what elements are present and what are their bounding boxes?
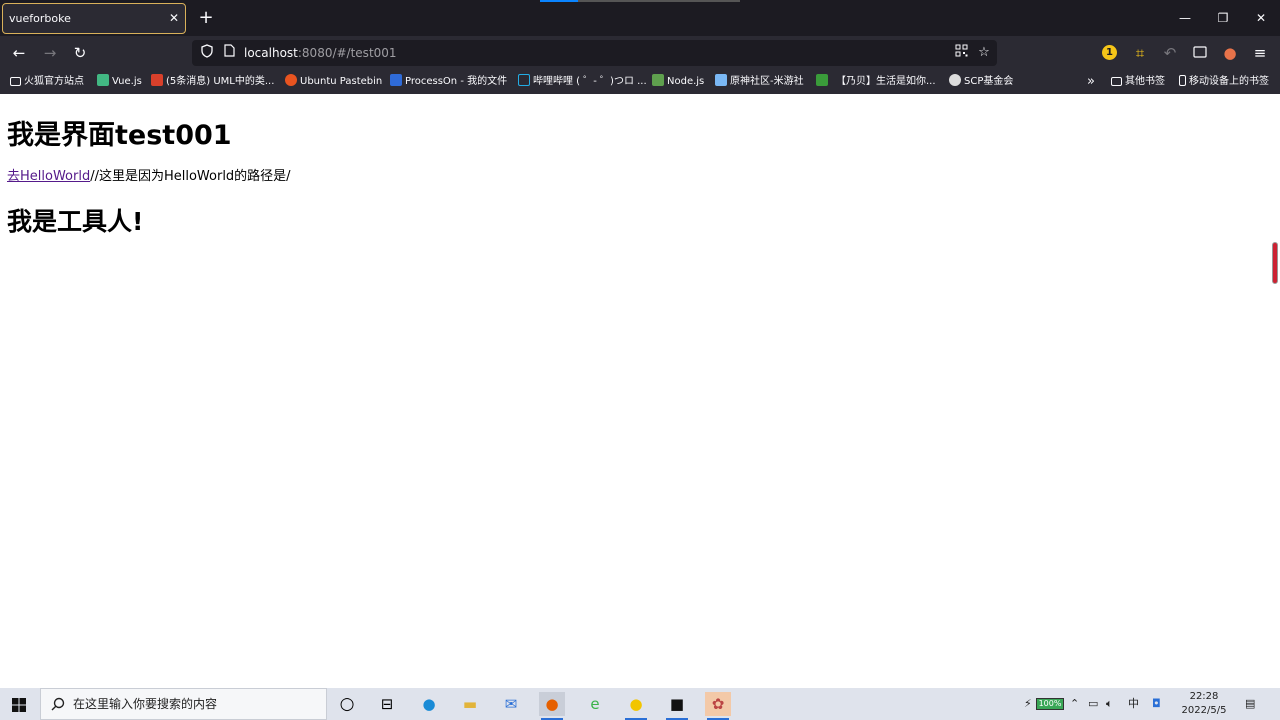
bookmark-item[interactable]: Vue.js <box>97 70 142 94</box>
bookmarks-bar: 火狐官方站点 Vue.js (5条消息) UML中的类... Ubuntu Pa… <box>0 70 1280 94</box>
bookmark-item[interactable]: 【乃贝】生活是如你... <box>836 70 936 94</box>
extension-badge[interactable]: 1 <box>1102 45 1117 60</box>
page-icon[interactable] <box>220 44 238 62</box>
folder-icon <box>1111 77 1122 86</box>
bookmark-item[interactable]: 火狐官方站点 <box>10 70 84 94</box>
bookmark-folder-other[interactable]: 其他书签 <box>1111 70 1165 94</box>
bookmark-folder-mobile[interactable]: 移动设备上的书签 <box>1179 70 1269 94</box>
ime-indicator[interactable]: 中 <box>1128 688 1139 720</box>
search-placeholder: 在这里输入你要搜索的内容 <box>73 697 218 711</box>
url-bar[interactable]: localhost:8080/#/test001 ☆ <box>192 40 997 66</box>
intellij-icon[interactable]: ■ <box>664 692 690 720</box>
file-explorer-icon[interactable]: ▬ <box>457 692 483 716</box>
firefox-icon[interactable]: ● <box>539 692 565 720</box>
taskbar: 在这里输入你要搜索的内容 ○ ⊟ ● ▬ ✉ ● e ● ■ ✿ ⚡ 100% … <box>0 688 1280 720</box>
taskbar-search[interactable]: 在这里输入你要搜索的内容 <box>40 688 327 720</box>
nav-bar: ← → ↻ localhost:8080/#/test001 ☆ 1 ⌗ ↶ ●… <box>0 36 1280 70</box>
bookmark-star-icon[interactable]: ☆ <box>975 44 993 62</box>
tab-title: vueforboke <box>9 12 71 25</box>
windows-start-icon[interactable] <box>8 694 30 716</box>
cortana-icon[interactable]: ○ <box>334 692 360 716</box>
vue-icon <box>97 74 109 86</box>
battery-indicator[interactable]: 100% <box>1036 698 1064 710</box>
task-view-icon[interactable]: ⊟ <box>374 692 400 716</box>
monkey-extension-icon[interactable]: ● <box>1220 43 1240 63</box>
image-viewer-icon[interactable]: ✿ <box>705 692 731 720</box>
restore-button[interactable]: ❐ <box>1213 8 1233 28</box>
more-bookmarks-icon[interactable]: » <box>1087 70 1095 94</box>
mobile-icon <box>1179 75 1186 86</box>
clock[interactable]: 22:28 2022/5/5 <box>1180 690 1228 718</box>
url-text[interactable]: localhost:8080/#/test001 <box>244 40 397 66</box>
bookmark-item[interactable]: Ubuntu Pastebin <box>285 70 382 94</box>
qr-code-icon[interactable] <box>952 44 970 62</box>
crop-icon[interactable]: ⌗ <box>1130 43 1150 63</box>
side-scroll-handle[interactable] <box>1272 242 1278 284</box>
folder-icon <box>10 77 21 86</box>
csdn-icon <box>151 74 163 86</box>
scp-icon <box>949 74 961 86</box>
bookmark-item[interactable]: 原神社区-米游社 <box>715 70 804 94</box>
power-icon[interactable]: ⚡ <box>1024 688 1032 720</box>
mail-icon[interactable]: ✉ <box>498 692 524 716</box>
helloworld-link[interactable]: 去HelloWorld <box>7 169 90 184</box>
clock-time: 22:28 <box>1189 691 1219 702</box>
bookmark-item[interactable]: (5条消息) UML中的类... <box>151 70 274 94</box>
app-tray-icon[interactable]: ◘ <box>1152 688 1161 720</box>
ubuntu-icon <box>285 74 297 86</box>
battery-icon[interactable]: ▭ <box>1088 688 1098 720</box>
page-content: 我是界面test001 去HelloWorld//这里是因为HelloWorld… <box>0 94 1280 688</box>
url-path: :8080/#/test001 <box>297 46 397 60</box>
miyoushe-icon <box>715 74 727 86</box>
bookmark-item[interactable]: 哔哩哔哩 ( ゜- ゜)つロ ... <box>518 70 647 94</box>
bookmark-item[interactable]: Node.js <box>652 70 704 94</box>
bookmark-item[interactable]: SCP基金会 <box>949 70 1013 94</box>
processon-icon <box>390 74 402 86</box>
menu-icon[interactable]: ≡ <box>1250 43 1270 63</box>
bilibili-icon <box>518 74 530 86</box>
tab-active[interactable]: vueforboke ✕ <box>2 3 186 34</box>
volume-icon[interactable]: 🔈︎ <box>1106 688 1113 720</box>
new-tab-button[interactable]: + <box>196 6 216 30</box>
minimize-button[interactable]: — <box>1175 8 1195 28</box>
window-close-button[interactable]: ✕ <box>1251 8 1271 28</box>
tab-close-icon[interactable]: ✕ <box>169 4 179 33</box>
tray-expand-icon[interactable]: ⌃ <box>1070 688 1079 720</box>
tab-strip: vueforboke ✕ + — ❐ ✕ <box>0 0 1280 36</box>
edge-icon[interactable]: ● <box>416 692 442 716</box>
shield-icon[interactable] <box>198 44 216 62</box>
tab-loading-indicator <box>540 0 740 2</box>
browser-chrome: vueforboke ✕ + — ❐ ✕ ← → ↻ localhost:808… <box>0 0 1280 94</box>
page-paragraph: 去HelloWorld//这里是因为HelloWorld的路径是/ <box>7 165 291 184</box>
back-button[interactable]: ← <box>9 43 29 63</box>
reload-button[interactable]: ↻ <box>70 43 90 63</box>
forward-button[interactable]: → <box>40 43 60 63</box>
undo-icon[interactable]: ↶ <box>1160 43 1180 63</box>
page-subheading: 我是工具人! <box>7 207 144 236</box>
bookmark-item[interactable]: ProcessOn - 我的文件 <box>390 70 507 94</box>
notification-icon[interactable]: ▤ <box>1245 688 1255 720</box>
bookmark-item[interactable] <box>816 70 831 94</box>
reader-view-icon[interactable] <box>1190 43 1210 63</box>
clock-date: 2022/5/5 <box>1181 705 1227 716</box>
music-app-icon[interactable]: ● <box>623 692 649 720</box>
nodejs-icon <box>652 74 664 86</box>
douban-icon <box>816 74 828 86</box>
ie-icon[interactable]: e <box>582 692 608 716</box>
url-host: localhost <box>244 46 298 60</box>
page-heading: 我是界面test001 <box>7 120 232 151</box>
search-icon <box>51 697 65 711</box>
link-note: //这里是因为HelloWorld的路径是/ <box>90 169 291 184</box>
